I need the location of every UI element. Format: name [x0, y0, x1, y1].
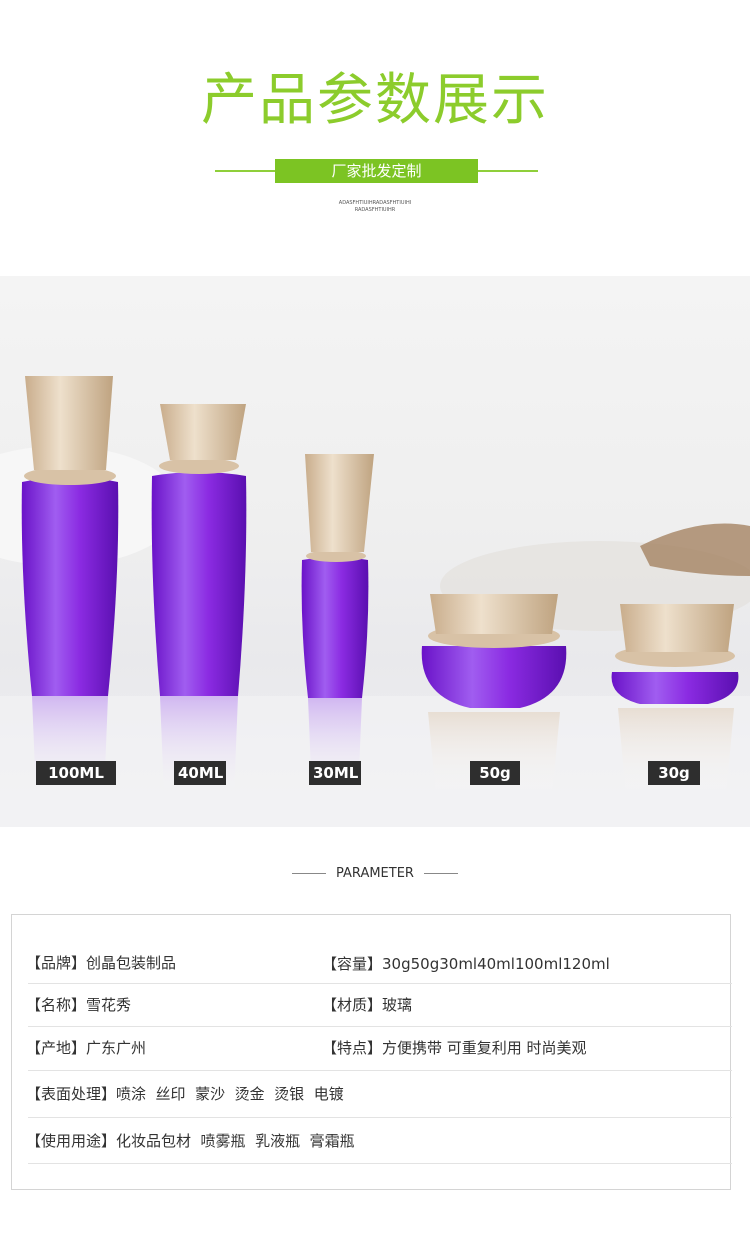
bottle-100ml [21, 376, 119, 796]
param-value: 雪花秀 [86, 996, 132, 1014]
size-label-50g: 50g [470, 761, 520, 785]
param-brand: 【品牌】创晶包装制品 [26, 952, 176, 974]
divider-left [215, 170, 277, 172]
subtitle-banner: 厂家批发定制 [275, 159, 478, 183]
param-value: 玻璃 [382, 996, 413, 1014]
param-label: 【材质】 [322, 996, 383, 1014]
row-divider [28, 1117, 732, 1118]
heading-rule-right [424, 873, 459, 874]
row-divider [28, 983, 732, 984]
tagline-line-1: ADASFHTIUIHRADASFHTIUIHI [338, 200, 412, 206]
row-divider [28, 1026, 732, 1027]
parameter-heading: PARAMETER [0, 864, 750, 884]
row-divider [28, 1163, 732, 1164]
product-photo [0, 276, 750, 827]
param-label: 【表面处理】 [26, 1085, 117, 1103]
param-value: 化妆品包材 喷雾瓶 乳液瓶 膏霜瓶 [116, 1132, 355, 1150]
param-value: 喷涂 丝印 蒙沙 烫金 烫银 电镀 [116, 1085, 344, 1103]
page-title: 产品参数展示 [201, 68, 549, 133]
size-label-40ml: 40ML [174, 761, 226, 785]
row-divider [28, 1070, 732, 1071]
size-label-30g: 30g [648, 761, 700, 785]
param-value: 广东广州 [86, 1039, 147, 1057]
param-name: 【名称】雪花秀 [26, 994, 131, 1016]
param-origin: 【产地】广东广州 [26, 1037, 146, 1059]
tagline-line-2: RADASFHTIUIHR [354, 207, 396, 213]
param-material: 【材质】玻璃 [322, 994, 412, 1016]
param-value: 创晶包装制品 [86, 954, 177, 972]
param-label: 【使用用途】 [26, 1132, 117, 1150]
param-value: 30g50g30ml40ml100ml120ml [382, 955, 610, 973]
divider-right [476, 170, 538, 172]
param-label: 【容量】 [322, 955, 383, 973]
parameter-table: 【品牌】创晶包装制品 【容量】30g50g30ml40ml100ml120ml … [11, 914, 732, 1190]
size-label-100ml: 100ML [36, 761, 116, 785]
heading-rule-left [291, 873, 326, 874]
param-capacity: 【容量】30g50g30ml40ml100ml120ml [322, 953, 610, 975]
param-label: 【品牌】 [26, 954, 87, 972]
bottle-40ml [151, 404, 247, 796]
param-features: 【特点】方便携带 可重复利用 时尚美观 [322, 1037, 587, 1059]
param-surface-treatment: 【表面处理】喷涂 丝印 蒙沙 烫金 烫银 电镀 [26, 1083, 344, 1105]
param-label: 【名称】 [26, 996, 87, 1014]
param-label: 【特点】 [322, 1039, 383, 1057]
param-usage: 【使用用途】化妆品包材 喷雾瓶 乳液瓶 膏霜瓶 [26, 1130, 355, 1152]
param-label: 【产地】 [26, 1039, 87, 1057]
size-label-30ml: 30ML [309, 761, 361, 785]
param-value: 方便携带 可重复利用 时尚美观 [382, 1039, 587, 1057]
product-illustration [0, 376, 750, 827]
parameter-heading-text: PARAMETER [336, 866, 414, 881]
